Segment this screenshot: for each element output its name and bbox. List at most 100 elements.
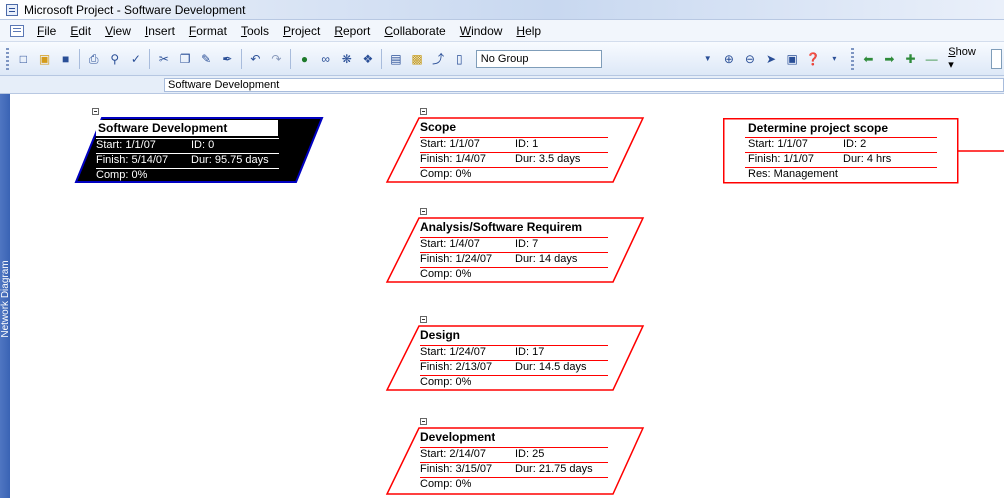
- node-software-development[interactable]: Software Development Start: 1/1/07 ID: 0…: [60, 108, 330, 188]
- title-bar: Microsoft Project - Software Development: [0, 0, 1004, 20]
- link-tasks-icon[interactable]: ●: [296, 50, 313, 68]
- menu-insert[interactable]: Insert: [145, 24, 175, 38]
- menu-edit[interactable]: Edit: [70, 24, 91, 38]
- node-title: Determine project scope: [748, 121, 889, 135]
- format-painter-icon[interactable]: ✒: [219, 50, 236, 68]
- node-dur: Dur: 4 hrs: [843, 153, 892, 165]
- copy-picture-icon[interactable]: ▯: [451, 50, 468, 68]
- node-finish: Finish: 1/4/07: [420, 153, 487, 165]
- paste-icon[interactable]: ✎: [198, 50, 215, 68]
- node-design[interactable]: Design Start: 1/24/07 ID: 17 Finish: 2/1…: [385, 316, 655, 396]
- copy-picture-icon[interactable]: ▣: [784, 50, 801, 68]
- node-start: Start: 1/24/07: [420, 346, 487, 358]
- node-determine-project-scope[interactable]: Determine project scope Start: 1/1/07 ID…: [723, 118, 1004, 188]
- show-button[interactable]: Show ▾: [948, 46, 982, 71]
- chevron-down-icon[interactable]: ▼: [699, 50, 716, 68]
- print-preview-icon[interactable]: ⚲: [106, 50, 123, 68]
- zoom-out-icon[interactable]: ⊖: [741, 50, 758, 68]
- node-title: Design: [420, 328, 461, 342]
- node-comp: Comp: 0%: [420, 478, 472, 490]
- node-title: Analysis/Software Requirem: [420, 220, 583, 234]
- menu-window[interactable]: Window: [460, 24, 503, 38]
- toolbar-grip-2[interactable]: [850, 47, 854, 70]
- node-id: ID: 0: [191, 139, 215, 151]
- window-title: Microsoft Project - Software Development: [24, 2, 246, 17]
- node-dur: Dur: 14 days: [515, 253, 578, 265]
- help-icon[interactable]: ❓: [805, 50, 822, 68]
- node-id: ID: 25: [515, 448, 545, 460]
- menu-collaborate[interactable]: Collaborate: [384, 24, 445, 38]
- cut-icon[interactable]: ✂: [155, 50, 172, 68]
- undo-icon[interactable]: ↶: [247, 50, 264, 68]
- node-development[interactable]: Development Start: 2/14/07 ID: 25 Finish…: [385, 418, 655, 498]
- node-start: Start: 1/1/07: [420, 138, 480, 150]
- collapse-icon[interactable]: —: [923, 50, 940, 68]
- node-dur: Dur: 95.75 days: [191, 154, 269, 166]
- group-by-dropdown[interactable]: [606, 50, 694, 68]
- node-finish: Finish: 1/1/07: [748, 153, 815, 165]
- node-dur: Dur: 3.5 days: [515, 153, 581, 165]
- node-res: Res: Management: [748, 168, 838, 180]
- assign-resources-icon[interactable]: ▩: [408, 50, 425, 68]
- open-icon[interactable]: ▣: [36, 50, 53, 68]
- node-title: Software Development: [96, 120, 278, 136]
- node-finish: Finish: 5/14/07: [96, 154, 169, 166]
- unlink-icon[interactable]: ∞: [317, 50, 334, 68]
- menu-view[interactable]: View: [105, 24, 131, 38]
- menu-bar: File Edit View Insert Format Tools Proje…: [0, 20, 1004, 42]
- view-bar[interactable]: Network Diagram: [0, 94, 11, 498]
- node-start: Start: 1/1/07: [96, 139, 156, 151]
- group-by-select[interactable]: No Group: [475, 49, 602, 68]
- redo-icon[interactable]: ↷: [268, 50, 285, 68]
- zoom-in-icon[interactable]: ⊕: [720, 50, 737, 68]
- toolbar-grip[interactable]: [6, 47, 9, 70]
- copy-icon[interactable]: ❐: [177, 50, 194, 68]
- node-title: Development: [420, 430, 496, 444]
- node-scope[interactable]: Scope Start: 1/1/07 ID: 1 Finish: 1/4/07…: [385, 108, 655, 188]
- node-start: Start: 1/4/07: [420, 238, 480, 250]
- node-finish: Finish: 3/15/07: [420, 463, 493, 475]
- expand-icon[interactable]: ✚: [902, 50, 919, 68]
- node-finish: Finish: 1/24/07: [420, 253, 493, 265]
- menu-format[interactable]: Format: [189, 24, 227, 38]
- network-diagram-canvas[interactable]: Software Development Start: 1/1/07 ID: 0…: [10, 94, 1004, 498]
- node-dur: Dur: 14.5 days: [515, 361, 587, 373]
- task-info-icon[interactable]: ❖: [359, 50, 376, 68]
- menu-help[interactable]: Help: [516, 24, 541, 38]
- node-finish: Finish: 2/13/07: [420, 361, 493, 373]
- scroll-left-icon[interactable]: ⬅: [860, 50, 877, 68]
- publish-icon[interactable]: ⤴: [430, 50, 447, 68]
- scroll-right-icon[interactable]: ➡: [881, 50, 898, 68]
- node-analysis-software-requirements[interactable]: Analysis/Software Requirem Start: 1/4/07…: [385, 208, 655, 288]
- entry-bar: Software Development: [0, 76, 1004, 94]
- menu-report[interactable]: Report: [334, 24, 370, 38]
- node-dur: Dur: 21.75 days: [515, 463, 593, 475]
- group-by-value: No Group: [480, 52, 529, 65]
- node-id: ID: 2: [843, 138, 867, 150]
- notes-icon[interactable]: ▤: [387, 50, 404, 68]
- entry-field[interactable]: Software Development: [164, 78, 1004, 92]
- spelling-icon[interactable]: ✓: [127, 50, 144, 68]
- document-icon[interactable]: [10, 24, 24, 37]
- menu-tools[interactable]: Tools: [241, 24, 269, 38]
- print-icon[interactable]: ⎙: [85, 50, 102, 68]
- node-id: ID: 1: [515, 138, 539, 150]
- menu-file[interactable]: File: [37, 24, 56, 38]
- go-to-task-icon[interactable]: ➤: [763, 50, 780, 68]
- node-id: ID: 7: [515, 238, 539, 250]
- save-icon[interactable]: ■: [57, 50, 74, 68]
- node-comp: Comp: 0%: [420, 268, 472, 280]
- node-comp: Comp: 0%: [420, 376, 472, 388]
- node-start: Start: 2/14/07: [420, 448, 487, 460]
- toolbar-options-icon[interactable]: ▾: [826, 50, 843, 68]
- node-comp: Comp: 0%: [420, 168, 472, 180]
- node-comp: Comp: 0%: [96, 169, 148, 181]
- node-id: ID: 17: [515, 346, 545, 358]
- split-task-icon[interactable]: ❋: [338, 50, 355, 68]
- node-start: Start: 1/1/07: [748, 138, 808, 150]
- standard-toolbar: □ ▣ ■ ⎙ ⚲ ✓ ✂ ❐ ✎ ✒ ↶ ↷ ● ∞ ❋ ❖ ▤ ▩ ⤴ ▯ …: [0, 42, 1004, 76]
- new-icon[interactable]: □: [15, 50, 32, 68]
- project-app-icon[interactable]: [6, 3, 18, 16]
- overflow-field-icon[interactable]: [990, 48, 1003, 69]
- menu-project[interactable]: Project: [283, 24, 320, 38]
